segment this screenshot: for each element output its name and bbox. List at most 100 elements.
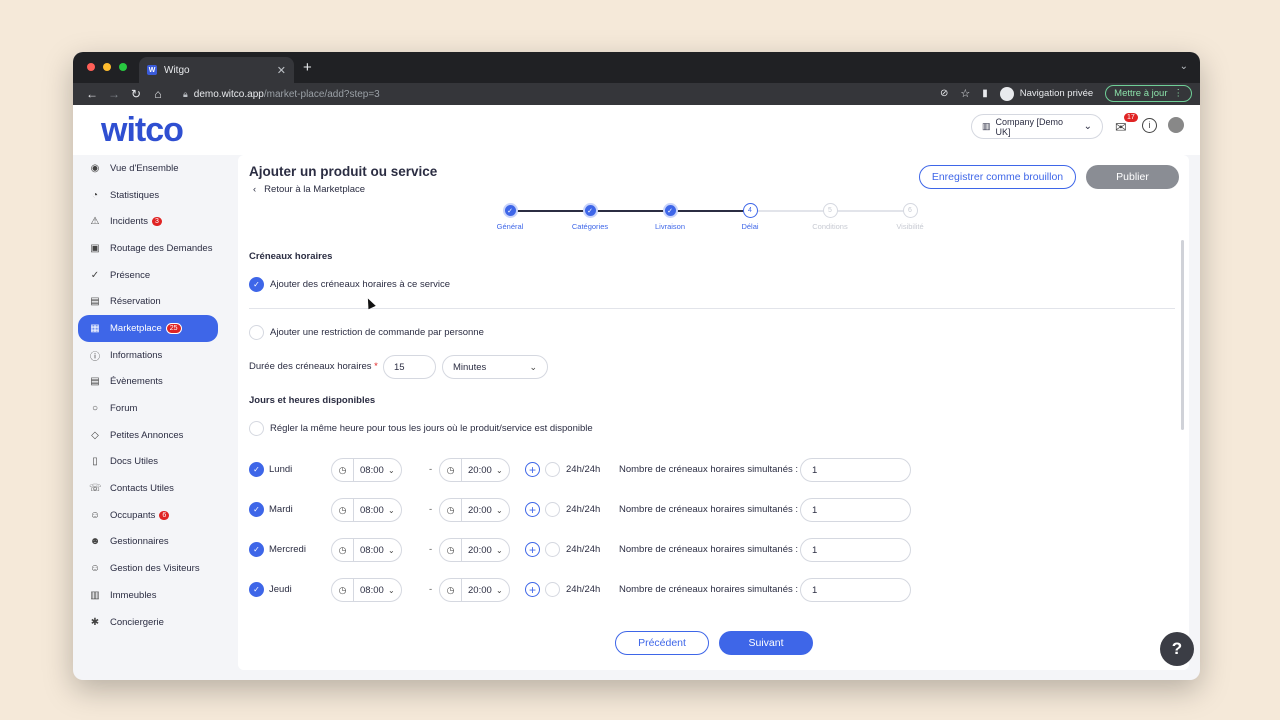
sidebar-item-label: Marketplace xyxy=(110,322,162,334)
sidepanel-icon[interactable]: ▮ xyxy=(982,88,988,99)
new-tab-icon[interactable]: + xyxy=(303,59,312,76)
step-4[interactable]: 4 Délai xyxy=(710,203,790,231)
checkbox-unchecked-icon[interactable] xyxy=(249,421,264,436)
close-window-dot[interactable] xyxy=(87,63,95,71)
tab-list-chevron-icon[interactable]: ⌄ xyxy=(1180,61,1188,72)
back-to-marketplace-link[interactable]: ‹ Retour à la Marketplace xyxy=(253,184,365,195)
checkmark-icon[interactable]: ✓ xyxy=(249,542,264,557)
end-time-select[interactable]: ◷ 20:00 ⌄ xyxy=(439,458,510,482)
minimize-window-dot[interactable] xyxy=(103,63,111,71)
sidebar-item-eye[interactable]: ◉ Vue d'Ensemble xyxy=(78,155,218,182)
h24-radio[interactable] xyxy=(545,542,560,557)
maximize-window-dot[interactable] xyxy=(119,63,127,71)
sidebar-item-calendar-event[interactable]: ▤ Évènements xyxy=(78,369,218,396)
checkmark-icon[interactable]: ✓ xyxy=(249,277,264,292)
add-time-range-icon[interactable]: + xyxy=(525,502,540,517)
sidebar-item-document[interactable]: ▯ Docs Utiles xyxy=(78,449,218,476)
sidebar-item-users[interactable]: ☺ Occupants 6 xyxy=(78,502,218,529)
sidebar-item-visitor[interactable]: ☺ Gestion des Visiteurs xyxy=(78,555,218,582)
close-tab-icon[interactable]: ✕ xyxy=(277,64,286,77)
private-profile[interactable]: Navigation privée xyxy=(999,86,1093,101)
sidebar-item-tag[interactable]: ◇ Petites Annonces xyxy=(78,422,218,449)
step-2[interactable]: ✓ Catégories xyxy=(550,203,630,231)
mail-button[interactable]: ✉ 17 xyxy=(1115,113,1138,136)
company-selector[interactable]: ▥ Company [Demo UK] ⌄ xyxy=(971,114,1103,139)
simultaneous-slots-input[interactable]: 1 xyxy=(800,498,911,522)
sidebar-item-label: Routage des Demandes xyxy=(110,242,213,254)
duration-input[interactable]: 15 xyxy=(383,355,436,379)
sidebar-item-warning[interactable]: ⚠ Incidents 3 xyxy=(78,208,218,235)
clock-icon: ◷ xyxy=(440,499,462,521)
end-time-select[interactable]: ◷ 20:00 ⌄ xyxy=(439,538,510,562)
h24-radio[interactable] xyxy=(545,462,560,477)
checkmark-icon[interactable]: ✓ xyxy=(249,502,264,517)
pie-chart-icon: ◔ xyxy=(91,189,99,201)
sidebar-item-store[interactable]: ▦ Marketplace 25 xyxy=(78,315,218,342)
save-draft-button[interactable]: Enregistrer comme brouillon xyxy=(919,165,1076,189)
end-time-select[interactable]: ◷ 20:00 ⌄ xyxy=(439,578,510,602)
eye-off-icon[interactable]: ⊘ xyxy=(940,88,948,99)
sidebar-item-routing[interactable]: ▣ Routage des Demandes xyxy=(78,235,218,262)
forward-arrow-icon[interactable]: → xyxy=(103,87,125,101)
home-icon[interactable]: ⌂ xyxy=(147,87,169,101)
step-label: Général xyxy=(496,222,524,231)
checkbox-unchecked-icon[interactable] xyxy=(249,325,264,340)
start-time-select[interactable]: ◷ 08:00 ⌄ xyxy=(331,538,402,562)
checkmark-icon: ✓ xyxy=(662,203,678,218)
start-time-select[interactable]: ◷ 08:00 ⌄ xyxy=(331,578,402,602)
step-3[interactable]: ✓ Livraison xyxy=(630,203,710,231)
chevron-down-icon: ⌄ xyxy=(388,505,395,515)
sidebar-item-label: Conciergerie xyxy=(110,616,164,628)
sidebar-item-news[interactable]: ⓘ Informations xyxy=(78,342,218,369)
chevron-down-icon: ⌄ xyxy=(496,505,503,515)
sidebar-item-label: Petites Annonces xyxy=(110,429,184,441)
step-5[interactable]: 5 Conditions xyxy=(790,203,870,231)
step-6[interactable]: 6 Visibilité xyxy=(870,203,950,231)
simultaneous-slots-input[interactable]: 1 xyxy=(800,578,911,602)
restriction-checkbox-row[interactable]: Ajouter une restriction de commande par … xyxy=(249,325,484,340)
help-button[interactable]: ? xyxy=(1160,632,1194,666)
add-time-range-icon[interactable]: + xyxy=(525,462,540,477)
url-field[interactable]: 🔒︎ demo.witco.app/market-place/add?step=… xyxy=(183,89,380,100)
sidebar-item-chat[interactable]: ○ Forum xyxy=(78,395,218,422)
update-browser-button[interactable]: Mettre à jour ⋮ xyxy=(1105,85,1192,102)
info-icon[interactable]: i xyxy=(1142,118,1157,133)
sidebar-item-concierge[interactable]: ✱ Conciergerie xyxy=(78,609,218,636)
next-button[interactable]: Suivant xyxy=(719,631,813,655)
h24-radio[interactable] xyxy=(545,582,560,597)
checkmark-icon[interactable]: ✓ xyxy=(249,582,264,597)
back-arrow-icon[interactable]: ← xyxy=(81,87,103,101)
checkmark-icon: ✓ xyxy=(582,203,598,218)
duration-unit-select[interactable]: Minutes ⌄ xyxy=(442,355,548,379)
sidebar-item-phone[interactable]: ☏ Contacts Utiles xyxy=(78,475,218,502)
sidebar-item-calendar[interactable]: ▤ Réservation xyxy=(78,288,218,315)
sidebar-item-building[interactable]: ▥ Immeubles xyxy=(78,582,218,609)
user-avatar[interactable] xyxy=(1168,117,1184,133)
reload-icon[interactable]: ↻ xyxy=(125,87,147,101)
add-time-range-icon[interactable]: + xyxy=(525,542,540,557)
clock-icon: ◷ xyxy=(332,539,354,561)
sidebar-item-pie-chart[interactable]: ◔ Statistiques xyxy=(78,182,218,209)
add-time-range-icon[interactable]: + xyxy=(525,582,540,597)
bookmark-star-icon[interactable]: ☆ xyxy=(960,87,970,100)
step-1[interactable]: ✓ Général xyxy=(470,203,550,231)
scrollbar[interactable] xyxy=(1181,240,1184,430)
sidebar-item-check-circle[interactable]: ✓ Présence xyxy=(78,262,218,289)
start-time-select[interactable]: ◷ 08:00 ⌄ xyxy=(331,498,402,522)
browser-tab[interactable]: W Witgo ✕ xyxy=(139,57,294,83)
end-time-select[interactable]: ◷ 20:00 ⌄ xyxy=(439,498,510,522)
start-time-select[interactable]: ◷ 08:00 ⌄ xyxy=(331,458,402,482)
same-hours-checkbox-row[interactable]: Régler la même heure pour tous les jours… xyxy=(249,421,593,436)
previous-button[interactable]: Précédent xyxy=(615,631,709,655)
publish-button[interactable]: Publier xyxy=(1086,165,1179,189)
h24-radio[interactable] xyxy=(545,502,560,517)
step-label: Livraison xyxy=(654,222,685,231)
sidebar-item-user[interactable]: ☻ Gestionnaires xyxy=(78,529,218,556)
duration-label: Durée des créneaux horaires * xyxy=(249,361,378,372)
simultaneous-slots-input[interactable]: 1 xyxy=(800,538,911,562)
simultaneous-slots-input[interactable]: 1 xyxy=(800,458,911,482)
add-slots-checkbox-row[interactable]: ✓ Ajouter des créneaux horaires à ce ser… xyxy=(249,277,450,292)
checkmark-icon[interactable]: ✓ xyxy=(249,462,264,477)
witco-logo[interactable]: witco xyxy=(101,111,184,150)
company-name: Company [Demo UK] xyxy=(995,116,1064,137)
